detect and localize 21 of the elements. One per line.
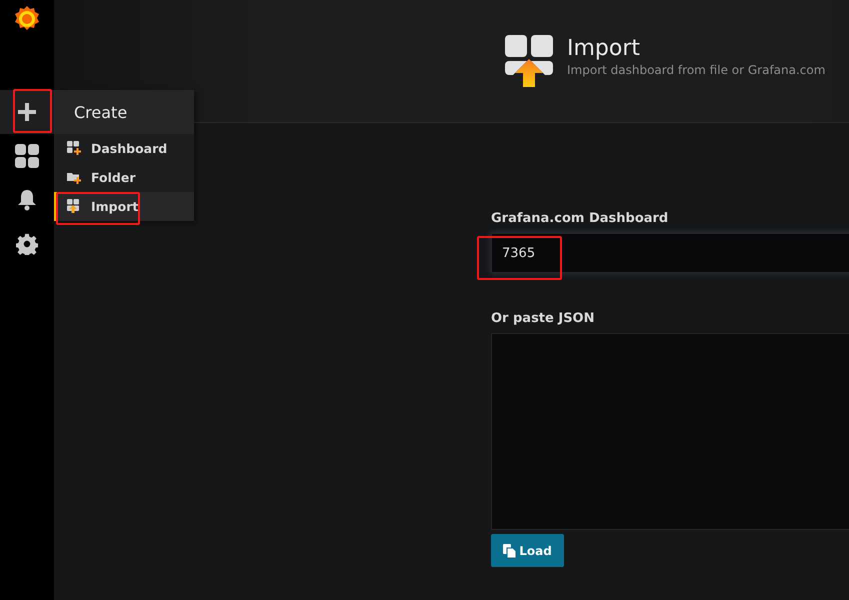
copy-icon [503, 544, 516, 558]
plus-icon [17, 102, 37, 122]
import-icon [505, 35, 553, 87]
menu-item[interactable]: Import [54, 192, 194, 221]
field-label: Or paste JSON [491, 311, 596, 326]
field-label: Grafana.com Dashboard [491, 211, 670, 226]
menu-title: Create [54, 90, 194, 134]
dashboards-icon [15, 144, 39, 168]
json-field[interactable] [491, 333, 849, 530]
page-title: Import [567, 36, 642, 60]
folder-add-icon [67, 170, 82, 185]
page-subtitle: Import dashboard from file or Grafana.com [567, 62, 826, 76]
import-icon [67, 199, 82, 214]
dashboard-add-icon [67, 141, 82, 156]
settings-icon [16, 233, 38, 255]
bell-icon [17, 189, 37, 211]
load-button[interactable]: Load [491, 534, 564, 567]
dashboard-id-field[interactable]: 7365 [491, 233, 849, 273]
highlight-frame [13, 89, 52, 133]
menu-item[interactable]: Dashboard [54, 134, 194, 163]
menu-item[interactable]: Folder [54, 163, 194, 192]
